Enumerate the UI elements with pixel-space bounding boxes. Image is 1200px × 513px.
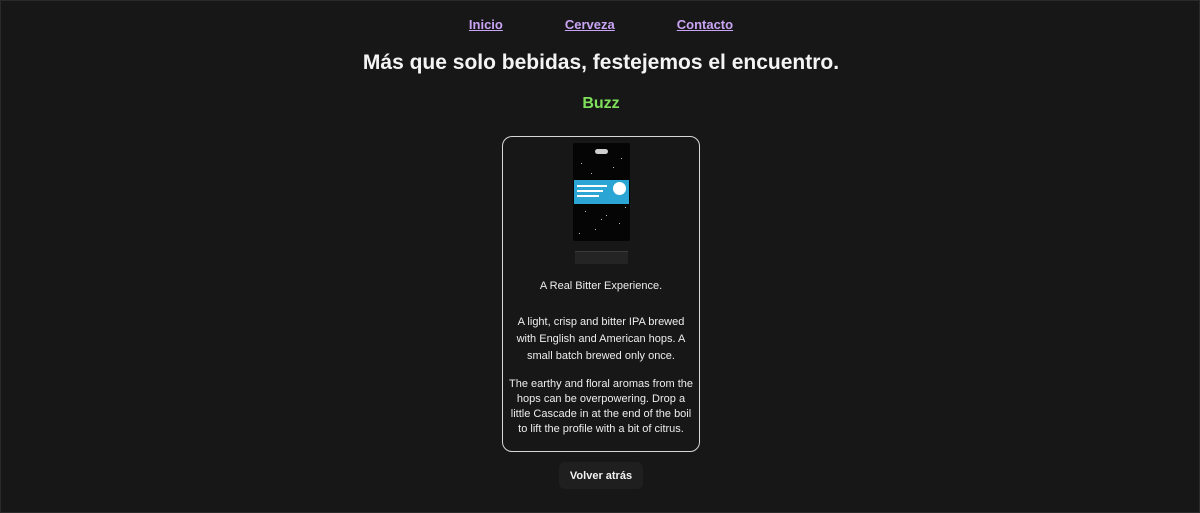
nav-link-inicio[interactable]: Inicio	[469, 17, 503, 32]
beer-name: Buzz	[582, 95, 620, 112]
beer-brewers-tip: The earthy and floral aromas from the ho…	[508, 378, 694, 435]
beer-card: A Real Bitter Experience. A light, crisp…	[502, 136, 700, 452]
nav-link-cerveza[interactable]: Cerveza	[565, 17, 615, 32]
beer-description: A light, crisp and bitter IPA brewed wit…	[516, 316, 686, 362]
can-lid	[595, 149, 608, 154]
beer-tagline: A Real Bitter Experience.	[539, 280, 663, 292]
can-base	[575, 251, 628, 264]
nav-link-contacto[interactable]: Contacto	[677, 17, 733, 32]
can-logo-icon	[613, 182, 626, 195]
back-button[interactable]: Volver atrás	[559, 462, 643, 489]
can-body	[573, 143, 630, 241]
page-title: Más que solo bebidas, festejemos el encu…	[362, 51, 840, 74]
top-nav: Inicio Cerveza Contacto	[1, 17, 1200, 32]
page: Inicio Cerveza Contacto Más que solo beb…	[0, 0, 1200, 513]
can-label	[574, 180, 629, 204]
beer-can-image	[573, 143, 630, 267]
